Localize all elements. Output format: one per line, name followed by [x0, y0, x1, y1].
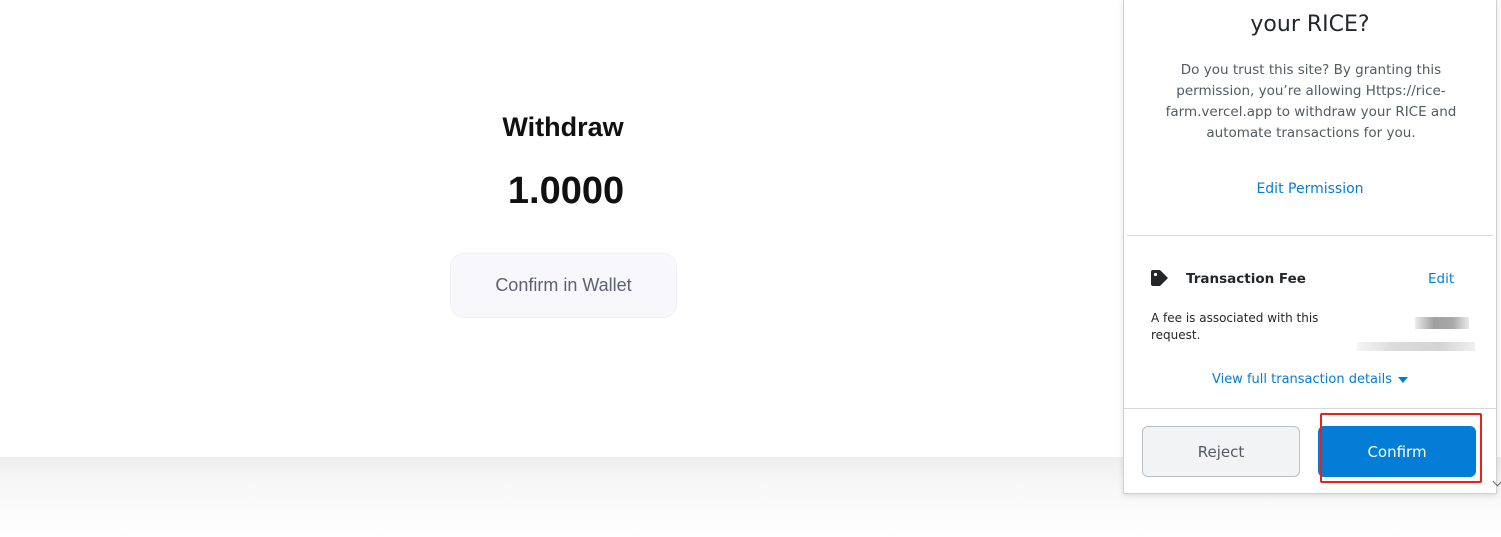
divider: [1127, 235, 1493, 236]
caret-down-icon: [1398, 376, 1409, 383]
transaction-fee-title: Transaction Fee: [1186, 271, 1306, 287]
popup-title: your RICE?: [1250, 12, 1370, 37]
confirm-in-wallet-button[interactable]: Confirm in Wallet: [450, 253, 677, 318]
fee-description: A fee is associated with this request.: [1151, 311, 1319, 342]
confirm-button[interactable]: Confirm: [1318, 426, 1476, 477]
redacted-fee-amount: [1415, 317, 1469, 329]
permission-description: Do you trust this site? By granting this…: [1165, 62, 1457, 141]
page: Withdraw 1.0000 Confirm in Wallet your R…: [0, 0, 1501, 537]
wallet-approval-popup: your RICE? Do you trust this site? By gr…: [1123, 0, 1497, 494]
view-full-details-link[interactable]: View full transaction details: [1124, 372, 1496, 387]
view-details-label: View full transaction details: [1211, 372, 1393, 387]
redacted-fee-fiat: [1357, 342, 1475, 351]
tag-icon: [1151, 270, 1168, 286]
withdraw-amount: 1.0000: [507, 170, 625, 212]
fee-edit-link[interactable]: Edit: [1428, 271, 1454, 287]
reject-button[interactable]: Reject: [1142, 426, 1300, 477]
withdraw-title: Withdraw: [502, 112, 624, 142]
edit-permission-link[interactable]: Edit Permission: [1124, 181, 1496, 197]
